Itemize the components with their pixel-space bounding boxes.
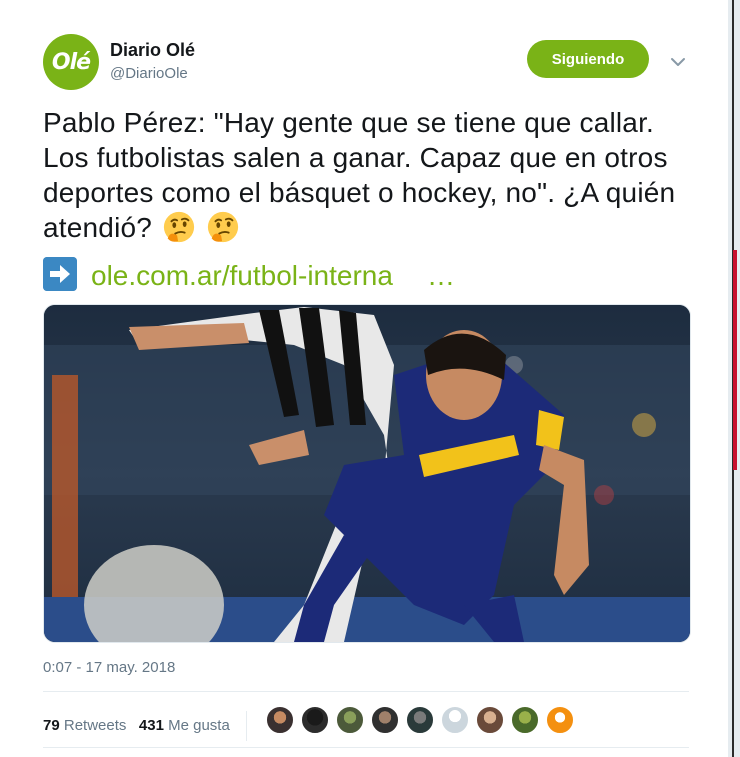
tweet-link[interactable]: ole.com.ar/futbol-interna … xyxy=(43,257,455,293)
thinking-face-icon xyxy=(163,211,195,243)
tweet-body: Pablo Pérez: "Hay gente que se tiene que… xyxy=(43,107,676,243)
author-handle[interactable]: @DiarioOle xyxy=(110,65,188,82)
tweet-text: Pablo Pérez: "Hay gente que se tiene que… xyxy=(43,105,693,245)
right-arrow-icon xyxy=(43,257,77,291)
stats-separator xyxy=(245,711,247,741)
liker-avatar[interactable] xyxy=(546,706,574,734)
photo-football-players xyxy=(44,305,690,642)
liker-avatar[interactable] xyxy=(406,706,434,734)
author-avatar[interactable]: Olé xyxy=(43,34,99,90)
liker-avatar[interactable] xyxy=(266,706,294,734)
link-ellipsis: … xyxy=(426,260,455,291)
likes-label: Me gusta xyxy=(168,716,230,734)
liker-avatar[interactable] xyxy=(336,706,364,734)
thinking-face-icon xyxy=(207,211,239,243)
tweet-card: Olé Diario Olé @DiarioOle Siguiendo Pabl… xyxy=(0,0,728,757)
link-url-text[interactable]: ole.com.ar/futbol-interna xyxy=(91,260,393,291)
retweets-stat[interactable]: 79 Retweets xyxy=(43,717,126,734)
divider-top xyxy=(43,691,689,692)
following-button[interactable]: Siguiendo xyxy=(527,40,649,78)
chevron-down-icon[interactable] xyxy=(668,54,688,70)
tweet-photo[interactable] xyxy=(43,304,691,643)
divider-bottom xyxy=(43,747,689,748)
liker-avatar[interactable] xyxy=(476,706,504,734)
engagement-stats: 79 Retweets 431 Me gusta xyxy=(43,711,261,741)
likes-count: 431 xyxy=(138,716,164,734)
liker-avatar[interactable] xyxy=(441,706,469,734)
retweets-label: Retweets xyxy=(63,716,127,734)
likes-stat[interactable]: 431 Me gusta xyxy=(139,717,230,734)
liker-avatar[interactable] xyxy=(511,706,539,734)
liker-avatar[interactable] xyxy=(301,706,329,734)
tweet-timestamp[interactable]: 0:07 - 17 may. 2018 xyxy=(43,659,175,676)
liker-avatar[interactable] xyxy=(371,706,399,734)
author-display-name[interactable]: Diario Olé xyxy=(110,40,195,61)
avatar-logo-text: Olé xyxy=(51,49,91,75)
retweets-count: 79 xyxy=(43,716,60,734)
window-edge xyxy=(728,0,740,757)
likers-avatars xyxy=(266,706,581,734)
